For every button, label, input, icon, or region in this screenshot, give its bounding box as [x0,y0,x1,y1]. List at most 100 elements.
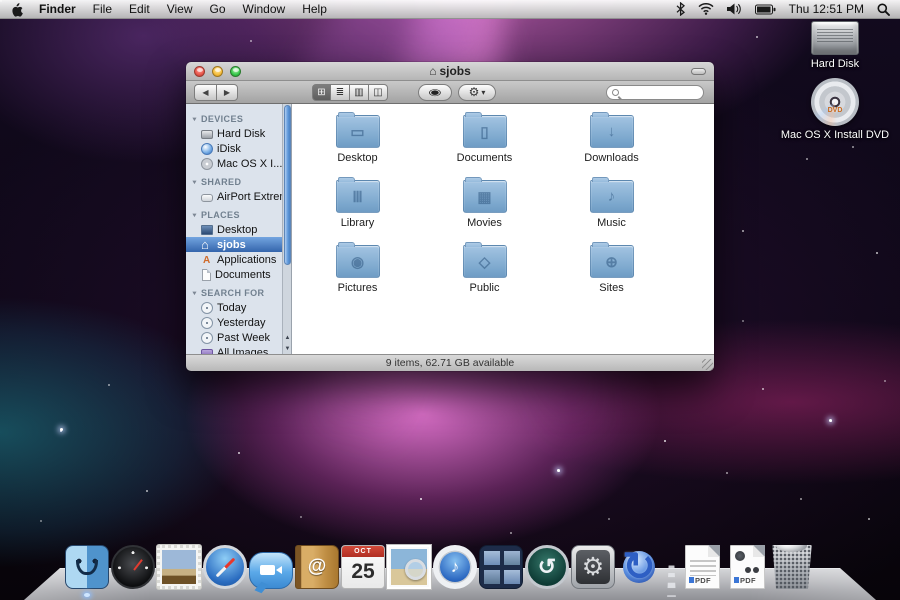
search-field[interactable] [606,85,704,100]
bright-star [557,469,560,472]
battery-icon[interactable] [755,4,776,15]
resize-grip[interactable] [702,359,713,370]
file-view: ▭Desktop▯Documents ↓ Downloads ⅢLibrary▦Mov… [292,104,714,354]
address-book-dock-icon[interactable]: @ [295,545,339,589]
folder-label: Documents [421,152,548,164]
sidebar-item-documents[interactable]: Documents [186,267,282,282]
menu-view[interactable]: View [167,2,193,16]
ichat-dock-icon[interactable] [249,552,293,589]
menu-bar-status-area: Thu 12:51 PM [676,2,890,16]
folder-downloads[interactable]: ↓ Downloads [548,112,675,177]
safari-decoration [216,558,236,578]
menu-bar: Finder File Edit View Go Window Help Thu 12:5… [0,0,900,19]
finder-dock-icon[interactable] [65,545,109,589]
search-input[interactable] [619,87,689,98]
home-icon: ⌂ [429,64,436,78]
folder-label: Sites [548,282,675,294]
sidebar-item-hard-disk[interactable]: Hard Disk [186,126,282,141]
disclosure-triangle-icon[interactable]: ▼ [191,212,198,218]
finder-window: ⌂sjobs ▼DEVICESHard DiskiDiskMac OS X I.… [186,62,714,371]
menu-help[interactable]: Help [302,2,327,16]
desktop-icon-install-dvd[interactable]: DVD Mac OS X Install DVD [776,78,894,141]
sidebar-item-sjobs[interactable]: sjobs [186,237,282,252]
pdf-document-1-text: PDF [689,576,711,585]
folder-public[interactable]: ◇Public [421,242,548,307]
dashboard-dock-icon[interactable] [111,545,155,589]
forward-button[interactable] [216,84,238,101]
menu-edit[interactable]: Edit [129,2,150,16]
sidebar-section-header: ▼DEVICES [186,108,282,126]
folder-movies[interactable]: ▦Movies [421,177,548,242]
desktop-icon-hard-disk[interactable]: Hard Disk [776,21,894,70]
dock-separator [662,545,680,589]
wifi-icon[interactable] [698,3,714,15]
sidebar-section-places: ▼PLACES Desktop sjobsApplicationsDocuments [186,204,282,282]
sidebar-item-airport-extreme[interactable]: AirPort Extreme [186,189,282,204]
sidebar-section-title: PLACES [201,210,240,220]
folder-library[interactable]: ⅢLibrary [294,177,421,242]
disclosure-triangle-icon[interactable]: ▼ [191,290,198,296]
sidebar-item-applications[interactable]: Applications [186,252,282,267]
coverflow-view-button[interactable] [369,84,388,101]
volume-icon[interactable] [727,3,742,15]
sidebar-item-label: sjobs [217,239,246,251]
sidebar-item-desktop[interactable]: Desktop [186,222,282,237]
scroll-up-arrow[interactable]: ▲ [285,335,291,341]
disclosure-triangle-icon[interactable]: ▼ [191,116,198,122]
apple-menu[interactable] [10,2,23,17]
folder-label: Downloads [548,152,675,164]
sidebar-item-today[interactable]: Today [186,300,282,315]
folder-pictures[interactable]: ◉Pictures [294,242,421,307]
sidebar-item-yesterday[interactable]: Yesterday [186,315,282,330]
icon-view-button[interactable] [312,84,331,101]
folder-sites[interactable]: ⊕Sites [548,242,675,307]
folder-music[interactable]: ♪Music [548,177,675,242]
home-icon [201,239,213,251]
menu-finder[interactable]: Finder [39,2,76,16]
safari-dock-icon[interactable] [203,545,247,589]
back-button[interactable] [194,84,216,101]
list-view-button[interactable] [331,84,350,101]
software-update-dock-icon[interactable]: ↻ [617,545,661,589]
column-view-button[interactable] [350,84,369,101]
folder-documents[interactable]: ▯Documents [421,112,548,177]
window-title-bar[interactable]: ⌂sjobs [186,62,714,81]
ical-dock-icon[interactable]: OCT25 [341,545,385,589]
menu-bar-clock[interactable]: Thu 12:51 PM [789,2,864,16]
sidebar-section-title: SHARED [201,177,241,187]
scrollbar-thumb[interactable] [284,105,291,265]
sidebar-item-idisk[interactable]: iDisk [186,141,282,156]
folder-icon: ↓ [590,115,634,148]
menu-file[interactable]: File [93,2,112,16]
pdf-document-2-dock-icon[interactable]: PDF [730,545,765,589]
menu-go[interactable]: Go [210,2,226,16]
itunes-dock-icon[interactable]: ♪ [433,545,477,589]
preview-dock-icon[interactable] [387,545,431,589]
system-preferences-dock-icon[interactable]: ⚙ [571,545,615,589]
pdf-document-1-dock-icon[interactable]: PDF [685,545,720,589]
toolbar-toggle-button[interactable] [691,68,706,75]
software-update-glyph: ↻ [617,545,661,589]
sidebar-section-shared: ▼SHARED AirPort Extreme [186,171,282,204]
disclosure-triangle-icon[interactable]: ▼ [191,179,198,185]
sidebar-item-mac-os-x-i[interactable]: Mac OS X I... [186,156,282,171]
bluetooth-icon[interactable] [676,2,685,16]
sidebar-item-all-images[interactable]: All Images [186,345,282,354]
scroll-down-arrow[interactable]: ▼ [285,346,291,352]
sidebar-scrollbar[interactable]: ▲ ▼ [282,104,291,354]
trash-dock-icon[interactable] [771,545,813,589]
spaces-dock-icon[interactable] [479,545,523,589]
folder-label: Library [294,217,421,229]
spotlight-icon[interactable] [877,3,890,16]
sidebar-item-past-week[interactable]: Past Week [186,330,282,345]
sidebar-section-search-for: ▼SEARCH FORTodayYesterdayPast WeekAll Im… [186,282,282,354]
trash-decoration [776,539,807,552]
action-menu-button[interactable] [458,84,496,101]
quick-look-button[interactable] [418,84,452,101]
menu-window[interactable]: Window [243,2,286,16]
folder-desktop[interactable]: ▭Desktop [294,112,421,177]
mail-dock-icon[interactable] [157,545,201,589]
time-machine-dock-icon[interactable]: ↺ [525,545,569,589]
optical-disc-icon [201,158,213,170]
preview-decoration [391,549,427,585]
